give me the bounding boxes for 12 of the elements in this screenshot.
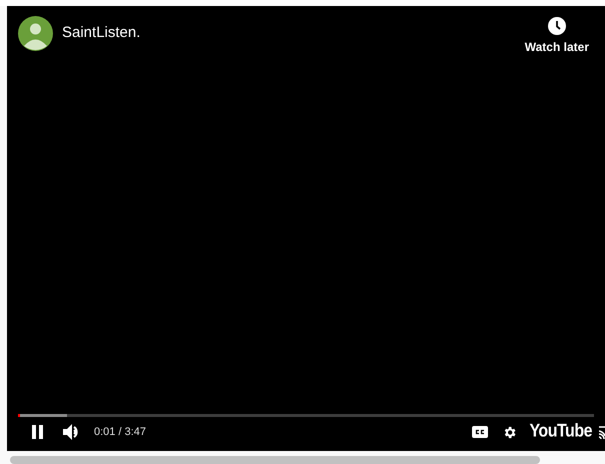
youtube-logo[interactable]: YouTube <box>529 418 592 446</box>
channel-name[interactable]: SaintListen. <box>62 22 140 45</box>
clock-icon <box>548 16 566 35</box>
cast-icon[interactable] <box>599 425 605 440</box>
scrollbar-thumb[interactable] <box>10 456 540 464</box>
progress-track[interactable] <box>18 414 594 418</box>
captions-icon[interactable] <box>472 426 488 438</box>
watch-later-button[interactable]: Watch later <box>524 16 589 56</box>
pause-button[interactable] <box>30 424 46 440</box>
settings-icon[interactable] <box>502 424 518 440</box>
avatar-icon[interactable] <box>18 16 53 51</box>
time-display: 0:01 / 3:47 <box>94 424 146 440</box>
